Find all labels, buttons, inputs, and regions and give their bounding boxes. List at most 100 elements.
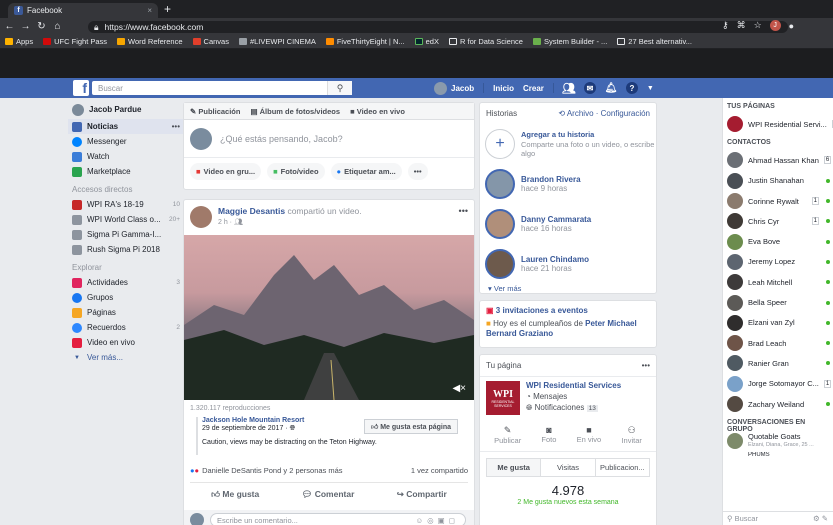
contact-item[interactable]: Bella Speer [723, 292, 833, 312]
messenger-icon[interactable]: ✉ [583, 82, 596, 94]
search-icon[interactable]: ⚲ [327, 81, 352, 95]
address-bar[interactable]: 🔒︎ https://www.facebook.com [88, 21, 788, 33]
contact-item[interactable]: Zachary Weiland [723, 394, 833, 414]
browser-tab[interactable]: f Facebook × [8, 3, 158, 18]
sidebar-item-marketplace[interactable]: Marketplace [72, 164, 180, 179]
explore-item-live[interactable]: Video en vivo [72, 335, 180, 350]
news-options-icon[interactable]: ••• [172, 122, 180, 131]
chat-settings-icon[interactable]: ⚙✎ [813, 514, 830, 523]
facebook-logo[interactable]: f [73, 80, 89, 96]
composer-input[interactable]: ¿Qué estás pensando, Jacob? [184, 120, 474, 158]
search-input[interactable]: Buscar [92, 81, 352, 95]
bookmark-r4ds[interactable]: R for Data Science [448, 37, 523, 46]
more-options-button[interactable]: ••• [407, 163, 428, 180]
nav-home[interactable]: Inicio [493, 84, 514, 93]
home-icon[interactable]: ⌂ [51, 21, 64, 32]
bookmark-ufc[interactable]: UFC Fight Pass [43, 37, 107, 46]
post-options-icon[interactable]: ••• [459, 206, 468, 228]
group-chat-item[interactable]: Quotable Goats Elzani, Diana, Grace, 25 .… [723, 430, 833, 452]
page-options-icon[interactable]: ••• [642, 361, 650, 370]
notifications-icon[interactable]: 🔔︎ [605, 82, 618, 94]
tab-likes[interactable]: Me gusta [487, 459, 541, 476]
bookmark-edx[interactable]: edX [414, 37, 439, 46]
tab-post[interactable]: ✎ Publicación [190, 107, 240, 116]
shortcut-item[interactable]: WPI World Class o... 20+ [72, 212, 180, 227]
new-tab-icon[interactable]: + [164, 3, 171, 15]
post-author[interactable]: Maggie Desantis [218, 206, 285, 216]
friend-requests-icon[interactable]: 👥︎ [562, 82, 576, 95]
bookmark-systembuilder[interactable]: System Builder - ... [532, 37, 607, 46]
tab-posts[interactable]: Publicacion... [594, 459, 649, 476]
group-chat-item[interactable]: PHUMS [723, 452, 833, 458]
shortcut-item[interactable]: Rush Sigma Pi 2018 [72, 242, 180, 257]
menu-icon[interactable]: ● [789, 21, 794, 31]
your-page-item[interactable]: WPI Residential Servi... 9 [723, 114, 833, 134]
star-icon[interactable]: ☆ [754, 20, 762, 31]
page-post-button[interactable]: ✎ Publicar [494, 425, 521, 445]
explore-item-events[interactable]: Actividades 3 [72, 275, 180, 290]
close-tab-icon[interactable]: × [147, 6, 152, 15]
sidebar-item-watch[interactable]: Watch [72, 149, 180, 164]
contact-item[interactable]: Leah Mitchell [723, 272, 833, 292]
page-notifications[interactable]: 🌐︎ Notificaciones 13 [526, 403, 621, 413]
page-messages[interactable]: ◔ Mensajes [526, 392, 621, 401]
page-name[interactable]: WPI Residential Services [526, 381, 621, 390]
story-item[interactable]: Lauren Chindamo hace 21 horas [480, 244, 656, 284]
tab-visits[interactable]: Visitas [540, 459, 594, 476]
page-invite-button[interactable]: ⚇ Invitar [621, 425, 641, 445]
contact-item[interactable]: Corinne Rywalt 1 [723, 191, 833, 211]
see-more-link[interactable]: ▼ Ver más... [72, 350, 180, 365]
like-button[interactable]: 👍︎ Me gusta [211, 489, 259, 500]
contact-item[interactable]: Jeremy Lopez [723, 252, 833, 272]
page-logo[interactable]: WPI RESIDENTIAL SERVICES [486, 381, 520, 415]
back-icon[interactable]: ← [3, 21, 16, 32]
profile-avatar[interactable]: J [769, 20, 781, 31]
contact-item[interactable]: Ranier Gran [723, 353, 833, 373]
bookmark-27best[interactable]: 27 Best alternativ... [617, 37, 692, 46]
contact-item[interactable]: Eva Bove [723, 231, 833, 251]
shortcut-item[interactable]: Sigma Pi Gamma-I... [72, 227, 180, 242]
help-icon[interactable]: ? [625, 82, 638, 94]
event-invites-link[interactable]: ▣ 3 invitaciones a eventos [480, 301, 656, 317]
contact-item[interactable]: Ahmad Hassan Khan 6 [723, 150, 833, 170]
bookmark-538[interactable]: FiveThirtyEight | N... [325, 37, 405, 46]
page-photo-button[interactable]: ◙ Foto [541, 425, 556, 445]
mute-icon[interactable]: ◀× [452, 383, 466, 394]
explore-item-pages[interactable]: Páginas [72, 305, 180, 320]
contact-item[interactable]: Elzani van Zyl [723, 313, 833, 333]
page-live-button[interactable]: ■ En vivo [577, 425, 602, 445]
comment-input[interactable]: Escribe un comentario... ☺◎▣◻ [210, 513, 466, 525]
explore-item-memories[interactable]: Recuerdos 2 [72, 320, 180, 335]
stories-links[interactable]: ⟲ Archivo · Configuración [558, 109, 650, 118]
chat-search-input[interactable]: ⚲ Buscar ⚙✎ [723, 511, 833, 525]
bookmark-wordreference[interactable]: Word Reference [117, 37, 183, 46]
photo-video-button[interactable]: ■ Foto/video [267, 163, 325, 180]
sidebar-item-messenger[interactable]: Messenger [72, 134, 180, 149]
reload-icon[interactable]: ↻ [35, 21, 48, 32]
story-item[interactable]: Brandon Rivera hace 9 horas [480, 164, 656, 204]
share-button[interactable]: ↪ Compartir [397, 489, 447, 500]
post-video[interactable]: ◀× [184, 235, 474, 401]
profile-link[interactable]: Jacob Pardue [72, 102, 180, 117]
explore-item-groups[interactable]: Grupos [72, 290, 180, 305]
key-icon[interactable]: ⚷ [722, 20, 729, 31]
shortcut-item[interactable]: WPI RA's 18-19 10 [72, 197, 180, 212]
add-story[interactable]: + Agregar a tu historia Comparte una fot… [480, 124, 656, 164]
story-item[interactable]: Danny Cammarata hace 16 horas [480, 204, 656, 244]
author-avatar[interactable] [190, 206, 212, 228]
tag-friends-button[interactable]: ● Etiquetar am... [330, 163, 402, 180]
header-profile-link[interactable]: Jacob [434, 81, 474, 95]
account-menu-icon[interactable]: ▼ [647, 85, 654, 92]
tab-live-video[interactable]: ■ Video en vivo [350, 107, 405, 116]
watch-party-button[interactable]: ■ Video en gru... [190, 163, 262, 180]
stories-see-more[interactable]: ▾ Ver más [480, 284, 656, 293]
nav-create[interactable]: Crear [523, 84, 544, 93]
sidebar-item-news[interactable]: Noticias ••• [68, 119, 184, 134]
tab-album[interactable]: ▤ Álbum de fotos/videos [250, 107, 340, 116]
translate-icon[interactable]: ⌘ [737, 20, 746, 31]
bookmark-apps[interactable]: Apps [5, 37, 33, 46]
bookmark-canvas[interactable]: Canvas [192, 37, 229, 46]
contact-item[interactable]: Brad Leach [723, 333, 833, 353]
forward-icon[interactable]: → [19, 21, 32, 32]
comment-button[interactable]: 💬︎ Comentar [302, 489, 355, 500]
